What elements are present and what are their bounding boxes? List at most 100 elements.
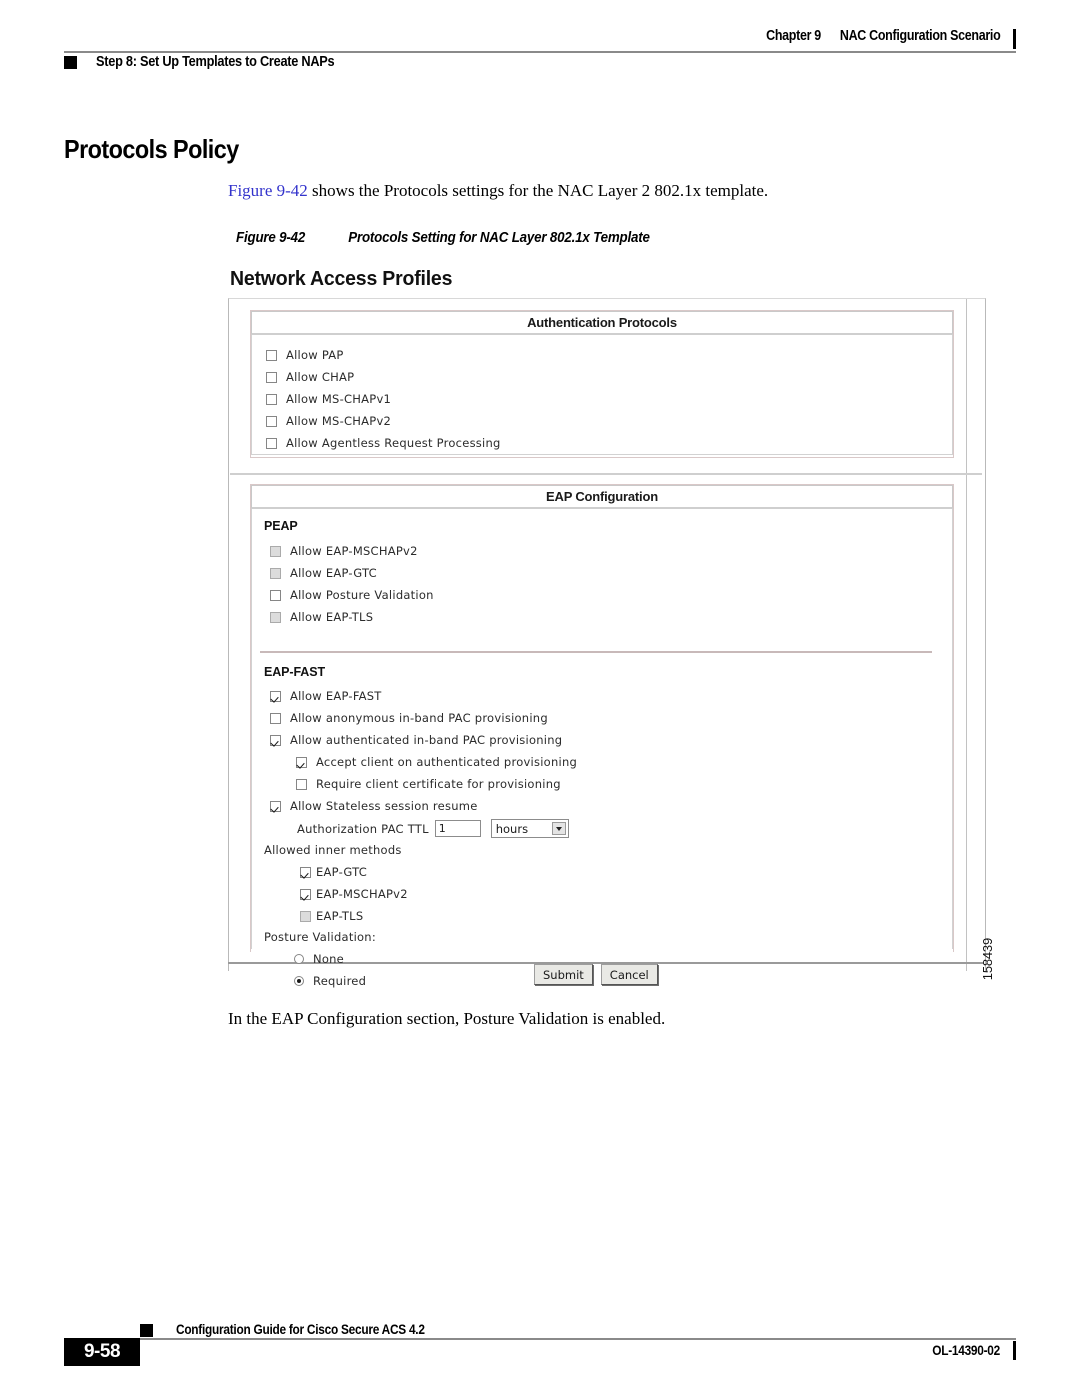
intro-paragraph: Figure 9-42 shows the Protocols settings… — [228, 180, 948, 202]
radio-posture-required-icon[interactable] — [294, 976, 304, 986]
checkbox-row-peap-allow-eap-mschapv2[interactable]: Allow EAP-MSCHAPv2 — [270, 544, 418, 558]
checkbox-label: Require client certificate for provision… — [316, 777, 561, 791]
radio-row-posture-none[interactable]: None — [294, 952, 344, 966]
eap-configuration-body: PEAP Allow EAP-MSCHAPv2 Allow EAP-GTC Al… — [251, 509, 953, 988]
checkbox-inner-method-eap-gtc-icon[interactable] — [300, 866, 311, 878]
checkbox-label: Allow EAP-MSCHAPv2 — [290, 544, 418, 558]
authorization-pac-ttl-label: Authorization PAC TTL — [297, 821, 429, 836]
radio-label: None — [313, 952, 345, 966]
form-button-bar: Submit Cancel — [534, 964, 658, 985]
chevron-down-icon[interactable] — [551, 822, 566, 835]
eap-configuration-panel: EAP Configuration PEAP Allow EAP-MSCHAPv… — [250, 484, 954, 988]
authorization-pac-ttl-row: Authorization PAC TTL hours — [297, 819, 569, 838]
checkbox-allow-stateless-session-resume-icon[interactable] — [270, 800, 281, 812]
header-edge-marker — [1013, 29, 1016, 49]
checkbox-row-allow-chap[interactable]: Allow CHAP — [266, 370, 354, 384]
radio-label: Required — [313, 974, 367, 988]
checkbox-inner-method-eap-mschapv2-icon[interactable] — [300, 888, 311, 900]
footer-divider-rule — [140, 1338, 1016, 1340]
checkbox-peap-allow-eap-tls-icon[interactable] — [270, 611, 281, 623]
footer-document-number: OL-14390-02 — [932, 1343, 1000, 1358]
checkbox-label: Allow authenticated in-band PAC provisio… — [290, 733, 563, 747]
checkbox-inner-method-eap-tls-icon[interactable] — [300, 910, 311, 922]
checkbox-row-allow-pap[interactable]: Allow PAP — [266, 348, 344, 362]
peap-section-heading: PEAP — [264, 519, 298, 533]
checkbox-row-inner-method-eap-gtc[interactable]: EAP-GTC — [300, 865, 367, 879]
checkbox-peap-allow-posture-validation-icon[interactable] — [270, 589, 281, 601]
checkbox-allow-eap-fast-icon[interactable] — [270, 690, 281, 702]
checkbox-label: Allow PAP — [286, 348, 344, 362]
authentication-protocols-heading: Authentication Protocols — [251, 311, 953, 335]
checkbox-label: EAP-TLS — [316, 909, 364, 923]
app-frame-right-rule — [965, 299, 967, 971]
header-step-title: Step 8: Set Up Templates to Create NAPs — [96, 54, 335, 70]
checkbox-peap-allow-eap-gtc-icon[interactable] — [270, 567, 281, 579]
peap-section-separator-rule — [260, 651, 932, 653]
checkbox-label: EAP-GTC — [316, 865, 368, 879]
authorization-pac-ttl-unit-select[interactable]: hours — [490, 819, 569, 838]
footer-bullet-square-icon — [140, 1324, 153, 1337]
page-number-badge: 9-58 — [64, 1338, 140, 1366]
header-bullet-square-icon — [64, 56, 77, 69]
checkbox-row-require-client-certificate-for-provisioning[interactable]: Require client certificate for provision… — [296, 777, 561, 791]
checkbox-row-allow-anonymous-inband-pac-provisioning[interactable]: Allow anonymous in-band PAC provisioning — [270, 711, 548, 725]
radio-posture-none-icon[interactable] — [294, 954, 304, 964]
eap-fast-section-heading: EAP-FAST — [264, 665, 326, 679]
figure-caption: Figure 9-42 Protocols Setting for NAC Lay… — [236, 230, 650, 246]
page-footer: Configuration Guide for Cisco Secure ACS… — [64, 1310, 1016, 1370]
checkbox-accept-client-on-authenticated-provisioning-icon[interactable] — [296, 756, 307, 768]
checkbox-row-inner-method-eap-tls[interactable]: EAP-TLS — [300, 909, 363, 923]
checkbox-label: Allow EAP-TLS — [290, 610, 374, 624]
checkbox-row-inner-method-eap-mschapv2[interactable]: EAP-MSCHAPv2 — [300, 887, 408, 901]
header-chapter-number: Chapter 9 — [765, 28, 821, 44]
checkbox-row-peap-allow-eap-gtc[interactable]: Allow EAP-GTC — [270, 566, 377, 580]
embedded-app-screenshot: Network Access Profiles Authentication P… — [228, 262, 988, 990]
figure-caption-label: Figure 9-42 — [236, 230, 306, 246]
header-chapter-info: Chapter 9 NAC Configuration Scenario — [765, 28, 1001, 44]
checkbox-require-client-certificate-for-provisioning-icon[interactable] — [296, 778, 307, 790]
checkbox-label: Allow CHAP — [286, 370, 355, 384]
radio-row-posture-required[interactable]: Required — [294, 974, 366, 988]
checkbox-row-allow-ms-chapv1[interactable]: Allow MS-CHAPv1 — [266, 392, 391, 406]
checkbox-label: Allow EAP-GTC — [290, 566, 377, 580]
checkbox-row-allow-authenticated-inband-pac-provisioning[interactable]: Allow authenticated in-band PAC provisio… — [270, 733, 562, 747]
footer-edge-marker — [1013, 1341, 1016, 1360]
checkbox-row-allow-ms-chapv2[interactable]: Allow MS-CHAPv2 — [266, 414, 391, 428]
authorization-pac-ttl-input[interactable] — [434, 820, 481, 837]
checkbox-row-allow-eap-fast[interactable]: Allow EAP-FAST — [270, 689, 382, 703]
authentication-protocols-panel: Authentication Protocols Allow PAP Allow… — [250, 310, 954, 458]
authentication-protocols-body: Allow PAP Allow CHAP Allow MS-CHAPv1 All… — [251, 335, 953, 455]
checkbox-label: Allow Posture Validation — [290, 588, 434, 602]
figure-cross-reference-link[interactable]: Figure 9-42 — [228, 181, 308, 200]
checkbox-allow-anonymous-inband-pac-provisioning-icon[interactable] — [270, 712, 281, 724]
page-title: Protocols Policy — [64, 134, 239, 164]
closing-paragraph: In the EAP Configuration section, Postur… — [228, 1009, 666, 1028]
checkbox-allow-ms-chapv1-icon[interactable] — [266, 393, 277, 405]
checkbox-row-allow-agentless-request-processing[interactable]: Allow Agentless Request Processing — [266, 436, 501, 450]
checkbox-row-peap-allow-posture-validation[interactable]: Allow Posture Validation — [270, 588, 434, 602]
checkbox-row-peap-allow-eap-tls[interactable]: Allow EAP-TLS — [270, 610, 373, 624]
checkbox-peap-allow-eap-mschapv2-icon[interactable] — [270, 545, 281, 557]
checkbox-allow-ms-chapv2-icon[interactable] — [266, 415, 277, 427]
footer-guide-title: Configuration Guide for Cisco Secure ACS… — [176, 1322, 425, 1337]
checkbox-label: Allow Stateless session resume — [290, 799, 478, 813]
app-page-heading: Network Access Profiles — [230, 267, 453, 290]
checkbox-allow-pap-icon[interactable] — [266, 349, 277, 361]
checkbox-row-accept-client-on-authenticated-provisioning[interactable]: Accept client on authenticated provision… — [296, 755, 577, 769]
header-divider-rule — [64, 51, 1016, 53]
authorization-pac-ttl-unit-value: hours — [495, 821, 529, 836]
checkbox-row-allow-stateless-session-resume[interactable]: Allow Stateless session resume — [270, 799, 478, 813]
checkbox-allow-agentless-request-processing-icon[interactable] — [266, 437, 277, 449]
header-chapter-title: NAC Configuration Scenario — [839, 28, 1000, 44]
checkbox-allow-chap-icon[interactable] — [266, 371, 277, 383]
checkbox-label: Allow Agentless Request Processing — [286, 436, 501, 450]
checkbox-label: EAP-MSCHAPv2 — [316, 887, 408, 901]
page-header: Chapter 9 NAC Configuration Scenario Step… — [64, 28, 1016, 78]
submit-button[interactable]: Submit — [534, 964, 593, 985]
checkbox-label: Allow MS-CHAPv1 — [286, 392, 392, 406]
checkbox-allow-authenticated-inband-pac-provisioning-icon[interactable] — [270, 734, 281, 746]
figure-caption-title: Protocols Setting for NAC Layer 802.1x T… — [348, 230, 650, 246]
checkbox-label: Accept client on authenticated provision… — [316, 755, 578, 769]
cancel-button[interactable]: Cancel — [600, 964, 658, 985]
intro-paragraph-text: shows the Protocols settings for the NAC… — [307, 181, 769, 200]
